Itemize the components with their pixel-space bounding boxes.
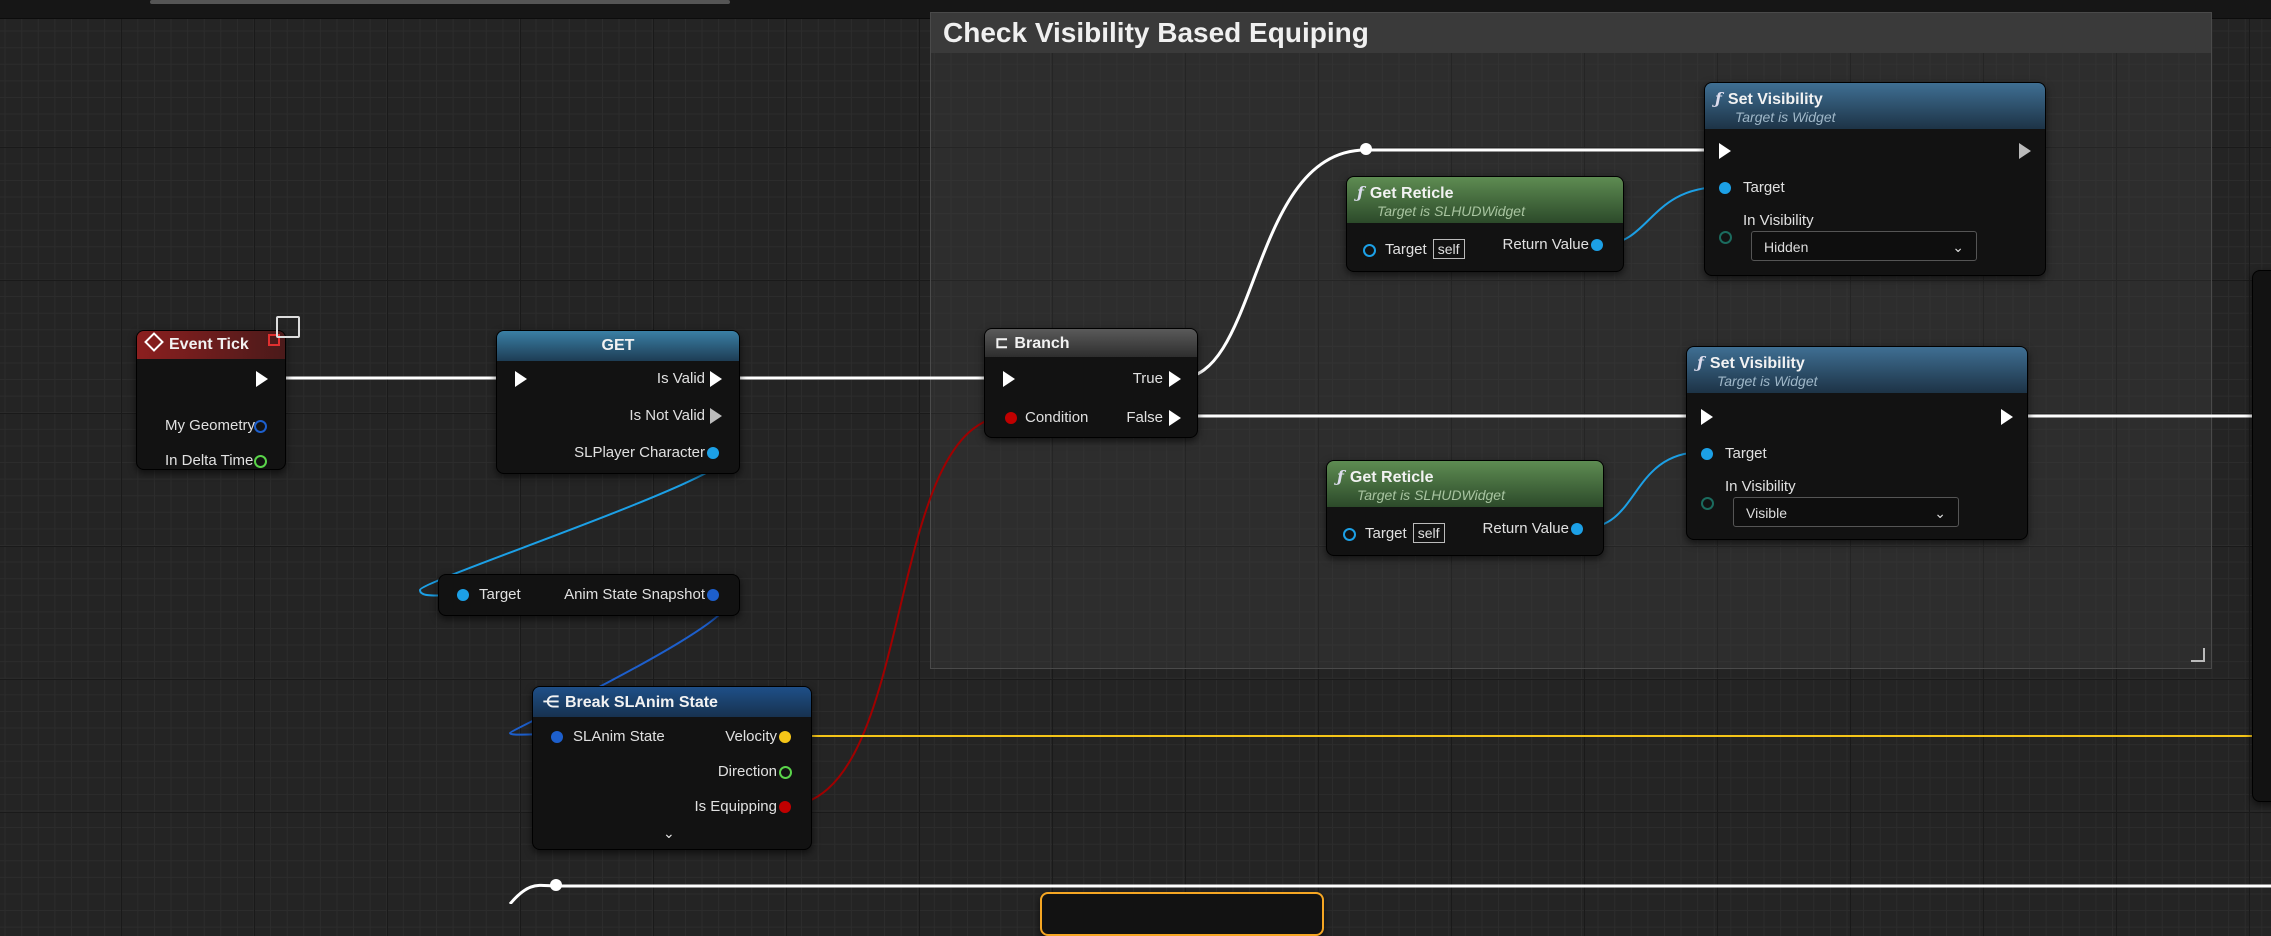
- pin-is-equipping: Is Equipping: [694, 798, 777, 815]
- pin-slanim-state: SLAnim State: [573, 728, 665, 745]
- in-visibility-pin[interactable]: [1719, 231, 1732, 244]
- event-diamond-icon: [144, 332, 164, 352]
- monitor-icon: [276, 316, 300, 338]
- get-reticle-subtitle: Target is SLHUDWidget: [1357, 487, 1505, 503]
- break-node-title: ⋲ Break SLAnim State: [543, 694, 718, 711]
- target-pin[interactable]: [1719, 182, 1731, 194]
- branch-icon: ⊏: [995, 335, 1009, 352]
- pin-anim-state-snapshot: Anim State Snapshot: [564, 586, 705, 603]
- branch-title: ⊏ Branch: [995, 335, 1070, 352]
- get-node-title: GET: [601, 337, 635, 354]
- event-tick-title: Event Tick: [169, 336, 249, 353]
- offscreen-node-partial[interactable]: [2252, 270, 2271, 802]
- exec-out-pin[interactable]: [2019, 143, 2031, 159]
- visibility-dropdown[interactable]: Visible ⌄: [1733, 497, 1959, 527]
- get-reticle-subtitle: Target is SLHUDWidget: [1377, 203, 1525, 219]
- target-pin[interactable]: [1343, 528, 1356, 541]
- pin-velocity: Velocity: [725, 728, 777, 745]
- false-exec-pin[interactable]: [1169, 410, 1181, 426]
- pin-in-visibility: In Visibility: [1743, 212, 1814, 229]
- pin-return-value: Return Value: [1482, 520, 1569, 537]
- set-visibility-subtitle: Target is Widget: [1717, 373, 1818, 389]
- slanim-state-pin[interactable]: [551, 731, 563, 743]
- get-reticle-title: Get Reticle: [1349, 469, 1434, 486]
- set-visibility-title: Set Visibility: [1709, 355, 1805, 372]
- get-reticle-node-2[interactable]: ƒ Get Reticle Target is SLHUDWidget Targe…: [1326, 460, 1604, 556]
- function-icon: ƒ: [1357, 183, 1364, 202]
- anim-state-snapshot-node[interactable]: Target Anim State Snapshot: [438, 574, 740, 616]
- target-pin[interactable]: [1363, 244, 1376, 257]
- target-pin[interactable]: [1701, 448, 1713, 460]
- set-visibility-node-1[interactable]: ƒ Set Visibility Target is Widget Target …: [1704, 82, 2046, 276]
- snapshot-struct-pin[interactable]: [707, 589, 719, 601]
- is-equipping-pin[interactable]: [779, 801, 791, 813]
- get-reticle-node-1[interactable]: ƒ Get Reticle Target is SLHUDWidget Targe…: [1346, 176, 1624, 272]
- reroute-node: [1360, 143, 1372, 155]
- set-visibility-node-2[interactable]: ƒ Set Visibility Target is Widget Target …: [1686, 346, 2028, 540]
- function-icon: ƒ: [1337, 467, 1344, 486]
- geometry-pin[interactable]: [254, 420, 267, 433]
- return-value-pin[interactable]: [1571, 523, 1583, 535]
- pin-return-value: Return Value: [1502, 236, 1589, 253]
- self-default: self: [1432, 239, 1465, 259]
- player-object-pin[interactable]: [707, 447, 719, 459]
- pin-false: False: [1126, 409, 1163, 426]
- set-visibility-subtitle: Target is Widget: [1735, 109, 1836, 125]
- direction-pin[interactable]: [779, 766, 792, 779]
- exec-out-pin[interactable]: [256, 371, 268, 387]
- bool-wire: [783, 415, 1011, 807]
- pin-is-not-valid: Is Not Valid: [629, 407, 705, 424]
- function-icon: ƒ: [1715, 89, 1722, 108]
- pin-target: Target: [1743, 179, 1785, 196]
- is-not-valid-exec-pin[interactable]: [710, 408, 722, 424]
- pin-target: Target self: [1365, 523, 1445, 543]
- pin-target: Target: [1725, 445, 1767, 462]
- exec-in-pin[interactable]: [515, 371, 527, 387]
- get-node[interactable]: GET Is Valid Is Not Valid SLPlayer Chara…: [496, 330, 740, 474]
- return-value-pin[interactable]: [1591, 239, 1603, 251]
- exec-in-pin[interactable]: [1701, 409, 1713, 425]
- exec-in-pin[interactable]: [1003, 371, 1015, 387]
- break-slanim-state-node[interactable]: ⋲ Break SLAnim State SLAnim State Velocit…: [532, 686, 812, 850]
- chevron-down-icon: ⌄: [1952, 239, 1964, 255]
- pin-is-valid: Is Valid: [656, 370, 705, 387]
- branch-node[interactable]: ⊏ Branch True Condition False: [984, 328, 1198, 438]
- chevron-down-icon[interactable]: ⌄: [663, 825, 675, 842]
- pin-target: Target: [479, 586, 521, 603]
- pin-direction: Direction: [717, 763, 777, 780]
- set-visibility-title: Set Visibility: [1727, 91, 1823, 108]
- visibility-dropdown[interactable]: Hidden ⌄: [1751, 231, 1977, 261]
- exec-out-pin[interactable]: [2001, 409, 2013, 425]
- pin-my-geometry: My Geometry: [165, 417, 256, 434]
- in-visibility-pin[interactable]: [1701, 497, 1714, 510]
- pin-in-visibility: In Visibility: [1725, 478, 1796, 495]
- true-exec-pin[interactable]: [1169, 371, 1181, 387]
- condition-pin[interactable]: [1005, 412, 1017, 424]
- exec-in-pin[interactable]: [1719, 143, 1731, 159]
- pin-slplayer-character: SLPlayer Character: [574, 444, 705, 461]
- selected-node-partial[interactable]: [1040, 892, 1324, 936]
- target-pin[interactable]: [457, 589, 469, 601]
- pin-in-delta-time: In Delta Time: [165, 452, 254, 469]
- self-default: self: [1412, 523, 1445, 543]
- is-valid-exec-pin[interactable]: [710, 371, 722, 387]
- exec-wire: [508, 883, 2271, 904]
- delta-time-pin[interactable]: [254, 455, 267, 468]
- chevron-down-icon: ⌄: [1934, 505, 1946, 521]
- velocity-pin[interactable]: [779, 731, 791, 743]
- pin-target: Target self: [1385, 239, 1465, 259]
- get-reticle-title: Get Reticle: [1369, 185, 1454, 202]
- pin-true: True: [1132, 370, 1163, 387]
- pin-condition: Condition: [1025, 409, 1089, 426]
- break-struct-icon: ⋲: [543, 694, 559, 711]
- reroute-node: [550, 879, 562, 891]
- event-tick-node[interactable]: Event Tick My Geometry In Delta Time: [136, 330, 286, 470]
- function-icon: ƒ: [1697, 353, 1704, 372]
